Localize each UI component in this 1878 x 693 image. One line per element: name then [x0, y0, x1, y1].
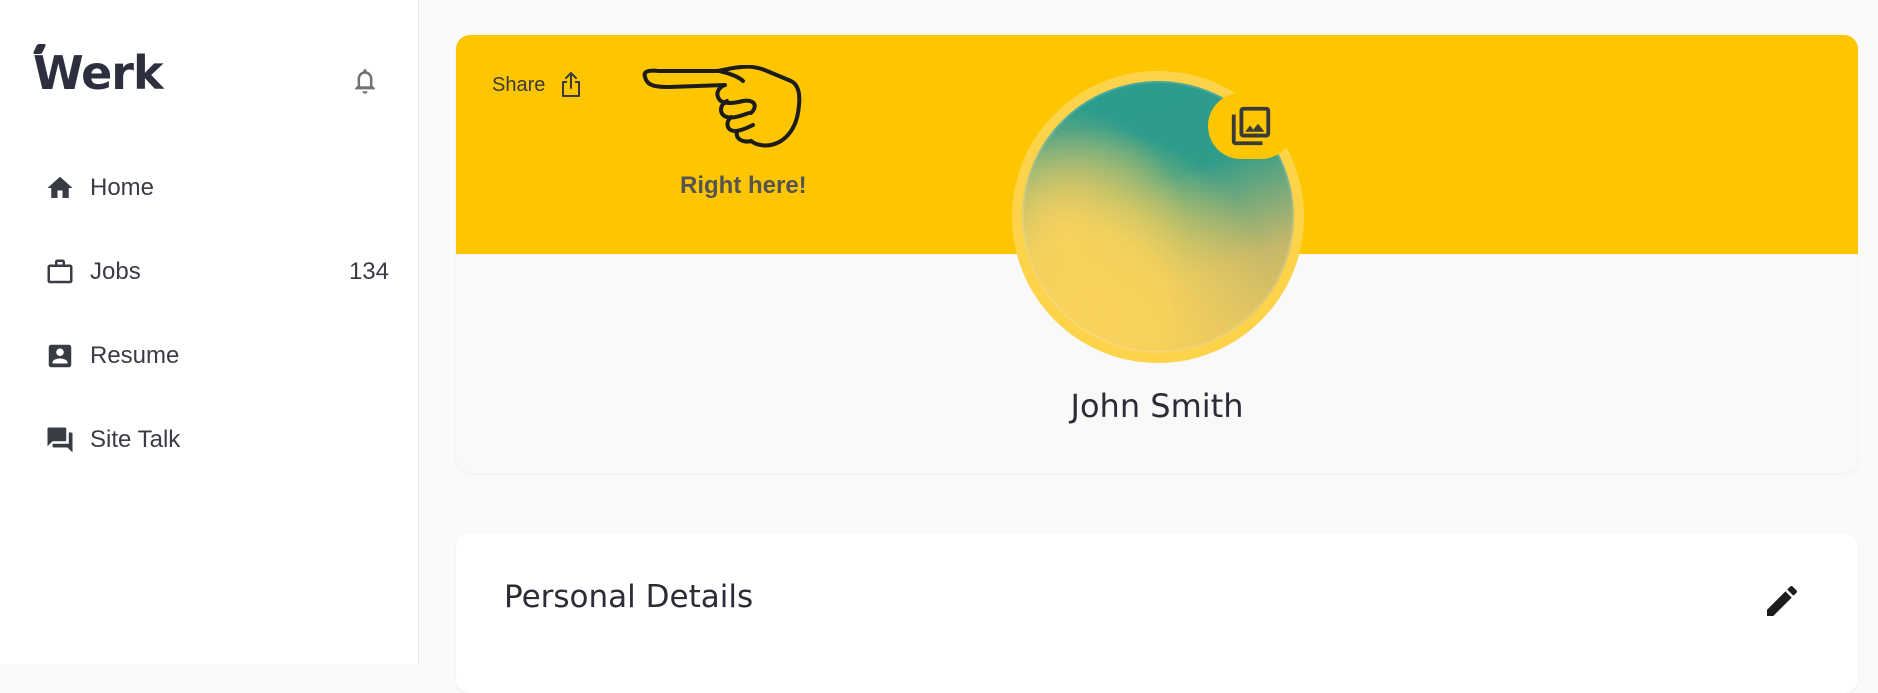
logo-text: Werk: [33, 46, 164, 100]
sidebar-item-site-talk[interactable]: Site Talk: [44, 418, 389, 462]
sidebar: Werk Home Jobs 134 Resume Site Talk: [0, 0, 419, 664]
photo-library-icon: [1231, 106, 1271, 146]
sidebar-item-label: Jobs: [90, 258, 141, 285]
share-label: Share: [492, 73, 546, 96]
sidebar-item-label: Home: [90, 174, 155, 201]
resume-icon: [44, 340, 76, 372]
jobs-count-badge: 134: [348, 258, 389, 285]
briefcase-icon: [44, 256, 76, 288]
share-button[interactable]: Share: [492, 71, 583, 99]
sidebar-item-jobs[interactable]: Jobs 134: [44, 250, 389, 294]
sidebar-item-label: Resume: [90, 342, 180, 369]
profile-card: Share Right here! John Smith: [456, 35, 1858, 473]
pointing-hand-icon: [642, 65, 802, 148]
change-photo-button[interactable]: [1208, 93, 1294, 159]
sidebar-item-label: Site Talk: [90, 426, 181, 453]
edit-button[interactable]: [1762, 581, 1802, 621]
chat-icon: [44, 424, 76, 456]
section-title: Personal Details: [504, 579, 754, 615]
app-logo[interactable]: Werk: [33, 46, 164, 100]
bell-icon[interactable]: [350, 66, 380, 98]
home-icon: [44, 172, 76, 204]
personal-details-card: Personal Details: [456, 533, 1858, 693]
sidebar-item-resume[interactable]: Resume: [44, 334, 389, 378]
profile-name: John Smith: [1070, 387, 1244, 425]
sidebar-item-home[interactable]: Home: [44, 166, 389, 210]
share-icon: [562, 72, 581, 97]
annotation-label: Right here!: [680, 172, 807, 199]
pencil-icon: [1767, 585, 1798, 616]
